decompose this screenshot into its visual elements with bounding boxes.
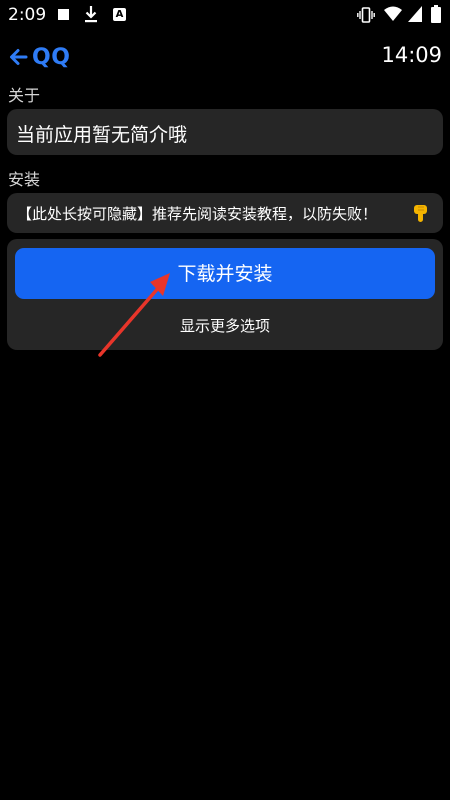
app-title: QQ xyxy=(32,44,71,70)
signal-icon xyxy=(408,6,422,22)
install-label: 安装 xyxy=(8,170,41,189)
install-notice-card[interactable]: 【此处长按可隐藏】推荐先阅读安装教程，以防失败！ xyxy=(7,193,443,233)
stop-icon xyxy=(58,9,69,20)
header-time: 14:09 xyxy=(381,43,442,67)
app-a-icon: A xyxy=(113,8,126,21)
download-and-install-button[interactable]: 下载并安装 xyxy=(15,248,435,299)
install-notice-text: 【此处长按可隐藏】推荐先阅读安装教程，以防失败！ xyxy=(17,205,378,223)
back-button[interactable]: QQ xyxy=(8,42,70,72)
status-bar: 2:09 A xyxy=(0,0,450,32)
back-arrow-icon xyxy=(10,49,28,65)
about-card: 当前应用暂无简介哦 xyxy=(7,109,443,155)
header: QQ 14:09 xyxy=(0,36,450,80)
show-more-options-link[interactable]: 显示更多选项 xyxy=(7,315,443,336)
point-down-icon xyxy=(414,205,427,222)
about-text: 当前应用暂无简介哦 xyxy=(16,124,188,146)
about-label: 关于 xyxy=(8,86,41,105)
battery-icon xyxy=(431,5,441,23)
vibrate-icon xyxy=(357,7,375,23)
status-time: 2:09 xyxy=(8,5,47,25)
install-card: 下载并安装 显示更多选项 xyxy=(7,239,443,350)
screen: 2:09 A QQ 14:09 关于 当前应用暂无简介哦 安装 【此处长按可隐藏… xyxy=(0,0,450,800)
download-icon xyxy=(85,6,97,23)
wifi-icon xyxy=(384,6,402,21)
